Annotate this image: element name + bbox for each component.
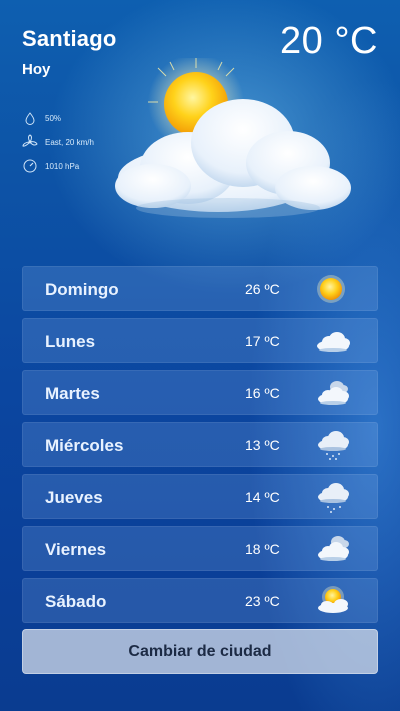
forecast-row-jueves[interactable]: Jueves 14 ºC [22,474,378,519]
forecast-day: Lunes [45,332,96,351]
forecast-temp: 17 ºC [245,333,280,349]
rain-cloud-icon [315,480,355,514]
today-label: Hoy [22,61,51,78]
wind-row: East, 20 km/h [22,130,94,154]
sun-behind-cloud-icon [315,584,355,618]
forecast-row-martes[interactable]: Martes 16 ºC [22,370,378,415]
forecast-day: Viernes [45,540,107,559]
humidity-value: 50% [45,113,62,123]
forecast-day: Martes [45,384,100,403]
forecast-list: Domingo 26 ºC Lunes 17 ºC Martes 16 ºC M… [22,266,378,630]
forecast-row-lunes[interactable]: Lunes 17 ºC [22,318,378,363]
gauge-icon [22,158,38,174]
city-name: Santiago [22,26,117,51]
forecast-temp: 13 ºC [245,437,280,453]
cloudy-icon [315,532,355,566]
forecast-day: Domingo [45,280,119,299]
forecast-temp: 18 ºC [245,541,280,557]
cloud-icon [315,324,355,358]
current-conditions: 50% East, 20 km/h 1010 hPa [22,106,94,178]
droplet-icon [22,110,38,126]
forecast-row-viernes[interactable]: Viernes 18 ºC [22,526,378,571]
sun-behind-cloud-icon [108,54,358,238]
cloudy-icon [315,376,355,410]
forecast-temp: 14 ºC [245,489,280,505]
forecast-temp: 16 ºC [245,385,280,401]
change-city-button[interactable]: Cambiar de ciudad [22,629,378,674]
forecast-row-sabado[interactable]: Sábado 23 ºC [22,578,378,623]
current-temperature: 20 °C [280,20,378,62]
forecast-temp: 26 ºC [245,281,280,297]
forecast-day: Jueves [45,488,103,507]
humidity-row: 50% [22,106,94,130]
rain-cloud-icon [315,428,355,462]
pressure-value: 1010 hPa [45,161,80,171]
forecast-temp: 23 ºC [245,593,280,609]
forecast-day: Sábado [45,592,107,611]
sun-icon [315,272,355,306]
forecast-day: Miércoles [45,436,124,455]
forecast-row-domingo[interactable]: Domingo 26 ºC [22,266,378,311]
forecast-row-miercoles[interactable]: Miércoles 13 ºC [22,422,378,467]
wind-fan-icon [22,134,38,150]
wind-value: East, 20 km/h [45,137,94,147]
pressure-row: 1010 hPa [22,154,94,178]
